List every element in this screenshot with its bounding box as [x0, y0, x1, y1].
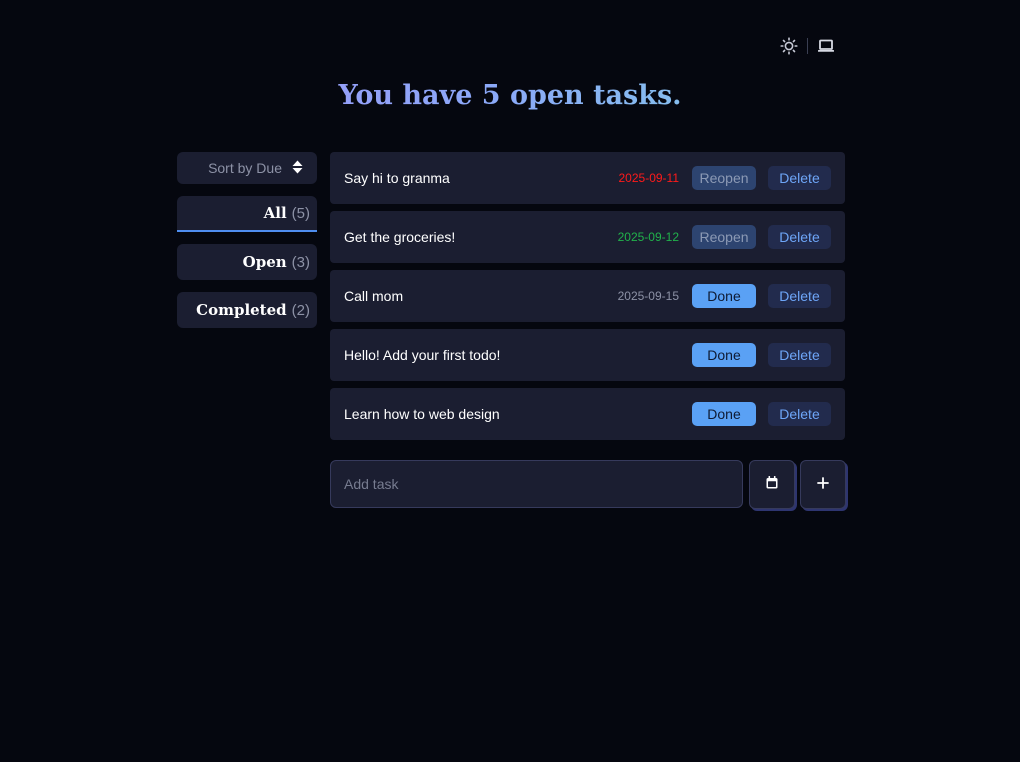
filter-all[interactable]: All (5)	[177, 196, 317, 232]
task-row: Call mom 2025-09-15 Done Delete	[330, 270, 845, 322]
task-due-date: 2025-09-11	[618, 171, 680, 185]
task-title: Call mom	[344, 288, 404, 304]
plus-icon	[817, 476, 829, 494]
laptop-icon[interactable]	[816, 36, 836, 56]
task-due-date: 2025-09-12	[617, 230, 679, 244]
delete-button[interactable]: Delete	[768, 343, 831, 367]
task-row: Get the groceries! 2025-09-12 Reopen Del…	[330, 211, 845, 263]
task-title: Hello! Add your first todo!	[344, 347, 501, 363]
sun-icon[interactable]	[779, 36, 799, 56]
sort-button-label: Sort by Due	[208, 160, 282, 176]
filter-open[interactable]: Open (3)	[177, 244, 317, 280]
reopen-button[interactable]: Reopen	[692, 225, 756, 249]
filter-completed-label: Completed	[196, 301, 287, 319]
reopen-button[interactable]: Reopen	[692, 166, 756, 190]
delete-button[interactable]: Delete	[768, 284, 831, 308]
filter-open-count: (3)	[291, 253, 310, 271]
add-task-input[interactable]	[330, 460, 743, 508]
delete-button[interactable]: Delete	[768, 402, 831, 426]
sort-button[interactable]: Sort by Due	[177, 152, 317, 184]
delete-button[interactable]: Delete	[768, 225, 831, 249]
done-button[interactable]: Done	[692, 402, 756, 426]
add-task-button[interactable]	[800, 460, 846, 509]
theme-switch	[779, 36, 836, 56]
add-task-form	[330, 460, 847, 509]
page-title: You have 5 open tasks.	[0, 80, 1020, 111]
filter-completed-count: (2)	[291, 301, 310, 319]
delete-button[interactable]: Delete	[768, 166, 831, 190]
sort-updown-icon	[292, 160, 303, 177]
done-button[interactable]: Done	[692, 343, 756, 367]
theme-divider	[807, 38, 808, 54]
filter-all-count: (5)	[291, 204, 310, 222]
task-title: Say hi to granma	[344, 170, 450, 186]
task-list: Say hi to granma 2025-09-11 Reopen Delet…	[330, 152, 845, 447]
filter-completed[interactable]: Completed (2)	[177, 292, 317, 328]
calendar-icon	[766, 475, 778, 494]
task-row: Hello! Add your first todo! Done Delete	[330, 329, 845, 381]
filter-open-label: Open	[242, 253, 287, 271]
task-title: Learn how to web design	[344, 406, 500, 422]
filter-all-label: All	[263, 204, 287, 222]
sidebar: Sort by Due All (5) Open (3) Completed (…	[177, 152, 317, 328]
task-due-date: 2025-09-15	[617, 289, 679, 303]
due-date-button[interactable]	[749, 460, 795, 509]
done-button[interactable]: Done	[692, 284, 756, 308]
task-row: Learn how to web design Done Delete	[330, 388, 845, 440]
task-row: Say hi to granma 2025-09-11 Reopen Delet…	[330, 152, 845, 204]
task-title: Get the groceries!	[344, 229, 456, 245]
